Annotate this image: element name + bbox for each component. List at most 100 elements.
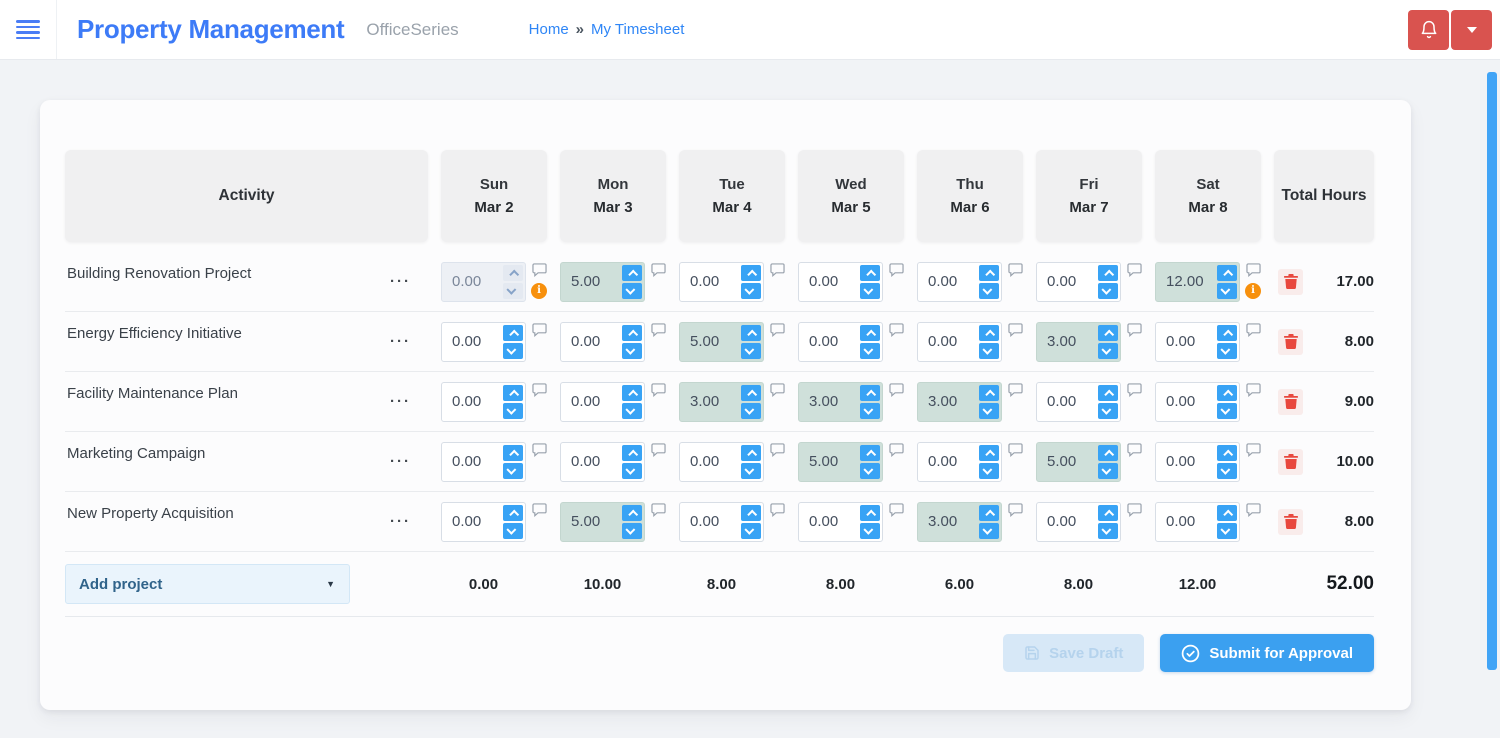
increment-button[interactable] (1098, 505, 1118, 521)
warning-icon[interactable]: i (1245, 283, 1261, 299)
hours-input[interactable]: 0.00 (917, 442, 1002, 482)
comment-icon[interactable] (889, 503, 904, 517)
hours-input[interactable]: 0.00 (441, 442, 526, 482)
hours-input[interactable]: 3.00 (917, 382, 1002, 422)
comment-icon[interactable] (1246, 503, 1261, 517)
hours-input[interactable]: 0.00 (798, 262, 883, 302)
increment-button[interactable] (860, 325, 880, 341)
increment-button[interactable] (979, 445, 999, 461)
increment-button[interactable] (1098, 385, 1118, 401)
hours-input[interactable]: 0.00 (679, 262, 764, 302)
increment-button[interactable] (979, 505, 999, 521)
row-options-button[interactable]: ··· (387, 391, 414, 412)
comment-icon[interactable] (1008, 503, 1023, 517)
decrement-button[interactable] (741, 343, 761, 359)
comment-icon[interactable] (889, 263, 904, 277)
increment-button[interactable] (622, 385, 642, 401)
delete-row-button[interactable] (1278, 269, 1303, 295)
increment-button[interactable] (741, 265, 761, 281)
decrement-button[interactable] (860, 283, 880, 299)
comment-icon[interactable] (1008, 323, 1023, 337)
comment-icon[interactable] (770, 503, 785, 517)
increment-button[interactable] (860, 505, 880, 521)
increment-button[interactable] (503, 505, 523, 521)
delete-row-button[interactable] (1278, 509, 1303, 535)
increment-button[interactable] (1217, 265, 1237, 281)
comment-icon[interactable] (889, 323, 904, 337)
row-options-button[interactable]: ··· (387, 511, 414, 532)
delete-row-button[interactable] (1278, 449, 1303, 475)
comment-icon[interactable] (1246, 263, 1261, 277)
increment-button[interactable] (1217, 325, 1237, 341)
increment-button[interactable] (622, 325, 642, 341)
hours-input[interactable]: 0.00 (560, 382, 645, 422)
comment-icon[interactable] (651, 383, 666, 397)
decrement-button[interactable] (622, 343, 642, 359)
hours-input[interactable]: 0.00 (560, 322, 645, 362)
increment-button[interactable] (860, 385, 880, 401)
decrement-button[interactable] (622, 463, 642, 479)
comment-icon[interactable] (889, 383, 904, 397)
comment-icon[interactable] (1008, 263, 1023, 277)
warning-icon[interactable]: i (531, 283, 547, 299)
increment-button[interactable] (741, 385, 761, 401)
comment-icon[interactable] (1127, 443, 1142, 457)
increment-button[interactable] (741, 505, 761, 521)
decrement-button[interactable] (1098, 403, 1118, 419)
hamburger-menu-button[interactable] (0, 0, 57, 59)
comment-icon[interactable] (532, 323, 547, 337)
hours-input[interactable]: 0.00 (441, 382, 526, 422)
increment-button[interactable] (741, 445, 761, 461)
decrement-button[interactable] (1217, 463, 1237, 479)
decrement-button[interactable] (503, 343, 523, 359)
decrement-button[interactable] (741, 283, 761, 299)
increment-button[interactable] (503, 445, 523, 461)
decrement-button[interactable] (741, 523, 761, 539)
hours-input[interactable]: 0.00 (1155, 382, 1240, 422)
save-draft-button[interactable]: Save Draft (1003, 634, 1144, 672)
comment-icon[interactable] (651, 503, 666, 517)
increment-button[interactable] (741, 325, 761, 341)
decrement-button[interactable] (622, 283, 642, 299)
increment-button[interactable] (622, 445, 642, 461)
comment-icon[interactable] (532, 443, 547, 457)
hours-input[interactable]: 3.00 (679, 382, 764, 422)
decrement-button[interactable] (741, 403, 761, 419)
comment-icon[interactable] (889, 443, 904, 457)
comment-icon[interactable] (1127, 383, 1142, 397)
decrement-button[interactable] (979, 463, 999, 479)
hours-input[interactable]: 0.00 (1155, 442, 1240, 482)
comment-icon[interactable] (651, 443, 666, 457)
comment-icon[interactable] (1246, 323, 1261, 337)
increment-button[interactable] (503, 385, 523, 401)
hours-input[interactable]: 5.00 (798, 442, 883, 482)
comment-icon[interactable] (1246, 443, 1261, 457)
submit-for-approval-button[interactable]: Submit for Approval (1160, 634, 1374, 672)
hours-input[interactable]: 0.00 (441, 502, 526, 542)
add-project-select[interactable]: Add project▼ (65, 564, 350, 604)
comment-icon[interactable] (770, 443, 785, 457)
increment-button[interactable] (503, 325, 523, 341)
decrement-button[interactable] (622, 523, 642, 539)
comment-icon[interactable] (1246, 383, 1261, 397)
decrement-button[interactable] (979, 523, 999, 539)
decrement-button[interactable] (860, 403, 880, 419)
increment-button[interactable] (1217, 505, 1237, 521)
breadcrumb-home-link[interactable]: Home (529, 21, 569, 38)
hours-input[interactable]: 5.00 (679, 322, 764, 362)
hours-input[interactable]: 0.00 (917, 322, 1002, 362)
hours-input[interactable]: 3.00 (798, 382, 883, 422)
decrement-button[interactable] (1098, 343, 1118, 359)
hours-input[interactable]: 0.00 (917, 262, 1002, 302)
row-options-button[interactable]: ··· (387, 451, 414, 472)
breadcrumb-current-link[interactable]: My Timesheet (591, 21, 684, 38)
account-menu-button[interactable] (1451, 10, 1492, 50)
decrement-button[interactable] (622, 403, 642, 419)
increment-button[interactable] (622, 265, 642, 281)
increment-button[interactable] (860, 265, 880, 281)
hours-input[interactable]: 0.00 (679, 442, 764, 482)
decrement-button[interactable] (1098, 283, 1118, 299)
decrement-button[interactable] (1217, 403, 1237, 419)
hours-input[interactable]: 0.00 (1155, 322, 1240, 362)
increment-button[interactable] (979, 385, 999, 401)
